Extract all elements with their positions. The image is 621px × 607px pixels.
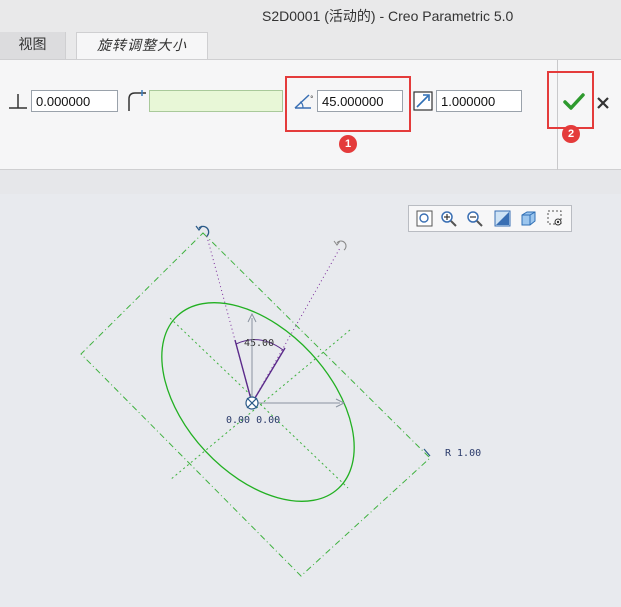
ok-callout-box [547, 71, 594, 129]
zoom-out-icon[interactable] [466, 210, 483, 227]
rotate-handle-ghost-icon [333, 240, 347, 251]
angle-callout-box [285, 76, 411, 132]
window-title: S2D0001 (活动的) - Creo Parametric 5.0 [262, 8, 514, 24]
callout-badge-1: 1 [339, 135, 357, 153]
ribbon-tab-bar: 视图 旋转调整大小 [0, 32, 621, 59]
repaint-icon[interactable] [494, 210, 511, 227]
zoom-in-icon[interactable] [440, 210, 457, 227]
angle-dimension-label[interactable]: 45.00 [244, 338, 274, 349]
offset-icon [9, 94, 27, 109]
tab-rotate-resize[interactable]: 旋转调整大小 [76, 32, 208, 59]
callout-badge-2: 2 [562, 125, 580, 143]
offset-input[interactable] [31, 90, 118, 112]
rotation-origin-handle[interactable] [245, 396, 259, 410]
title-bar: S2D0001 (活动的) - Creo Parametric 5.0 [0, 0, 621, 32]
display-style-icon[interactable] [520, 210, 537, 227]
graphics-canvas[interactable]: 45.00 0.00 0.00 R 1.00 [0, 194, 621, 607]
scale-input[interactable] [436, 90, 522, 112]
tab-view[interactable]: 视图 [0, 32, 66, 59]
ribbon-gap [0, 170, 621, 194]
view-toolbar [408, 205, 572, 232]
scale-icon [413, 91, 433, 111]
origin-coordinates-label: 0.00 0.00 [226, 415, 280, 426]
reference-collector[interactable] [149, 90, 283, 112]
refit-icon[interactable] [416, 210, 433, 227]
cancel-close-button[interactable] [597, 97, 609, 109]
datum-display-icon[interactable] [547, 210, 564, 227]
rotate-handle-icon[interactable] [195, 225, 210, 237]
ribbon-panel: ° 1 2 [0, 59, 621, 170]
scale-handle-label[interactable]: R 1.00 [445, 448, 481, 459]
reference-edge-icon [128, 90, 146, 111]
